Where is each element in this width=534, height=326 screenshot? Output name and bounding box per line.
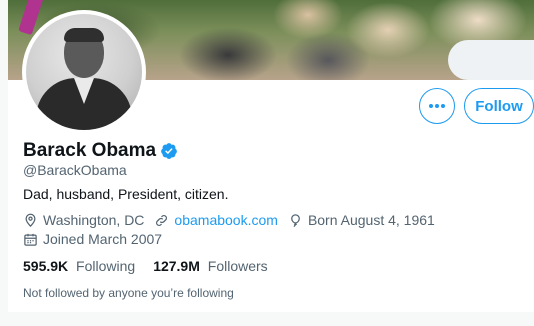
avatar-photo [26, 14, 142, 130]
more-options-button[interactable] [419, 88, 455, 124]
joined-text: Joined March 2007 [43, 231, 163, 247]
website-link[interactable]: obamabook.com [174, 212, 278, 228]
verified-badge-icon[interactable] [160, 142, 178, 160]
location-pin-icon [25, 213, 36, 227]
calendar-icon [24, 233, 37, 246]
page-background: Follow Barack Obama @BarackObama Dad, hu… [0, 0, 534, 326]
profile-meta-row: Joined March 2007 [23, 231, 172, 247]
website-item: obamabook.com [154, 212, 278, 228]
link-icon [156, 214, 168, 226]
location-text: Washington, DC [43, 212, 145, 228]
birthday-item: Born August 4, 1961 [288, 212, 435, 228]
follow-stats: 595.9K Following 127.9M Followers [23, 258, 286, 274]
profile-meta-row: Washington, DC obamabook.com Born August… [23, 212, 445, 228]
followers-label: Followers [207, 258, 268, 274]
joined-item: Joined March 2007 [23, 231, 162, 247]
avatar[interactable] [22, 10, 146, 134]
profile-card: Follow Barack Obama @BarackObama Dad, hu… [8, 0, 534, 312]
avatar-photo-detail [64, 28, 104, 42]
balloon-icon [291, 213, 300, 227]
following-label: Following [76, 258, 136, 274]
display-name-row: Barack Obama [23, 140, 178, 162]
follow-button[interactable]: Follow [464, 88, 534, 124]
followers-stat[interactable]: 127.9M Followers [153, 258, 268, 274]
birthday-text: Born August 4, 1961 [307, 212, 435, 228]
banner-photo-detail [448, 40, 534, 80]
user-handle: @BarackObama [23, 162, 127, 178]
followers-count: 127.9M [153, 258, 200, 274]
location-item: Washington, DC [23, 212, 144, 228]
followed-by-note: Not followed by anyone you’re following [23, 286, 234, 300]
display-name: Barack Obama [23, 140, 157, 161]
following-stat[interactable]: 595.9K Following [23, 258, 135, 274]
more-horizontal-icon [429, 104, 445, 108]
following-count: 595.9K [23, 258, 69, 274]
profile-bio: Dad, husband, President, citizen. [23, 186, 229, 202]
